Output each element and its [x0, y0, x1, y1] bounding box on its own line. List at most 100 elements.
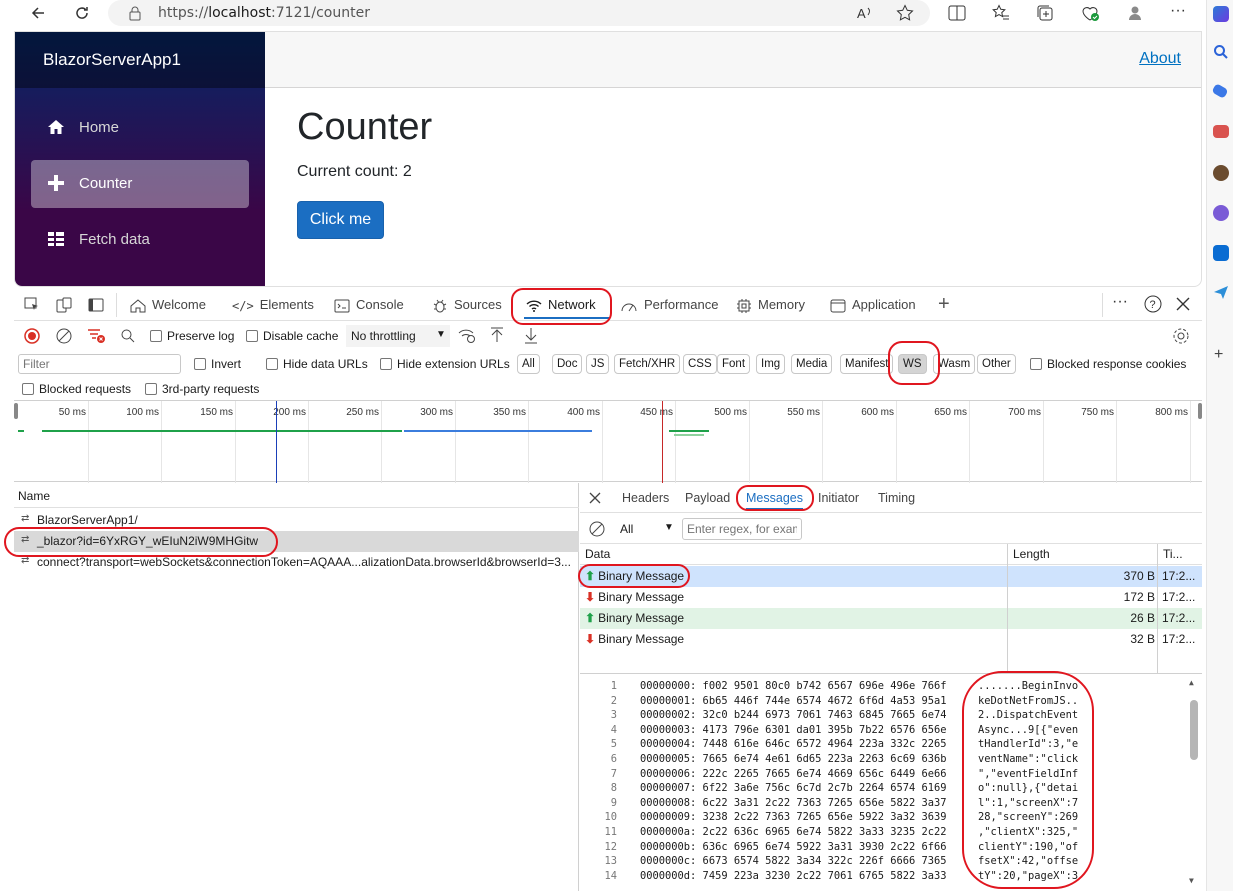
back-button[interactable]: [26, 2, 50, 24]
app-brand[interactable]: BlazorServerApp1: [43, 50, 181, 70]
outlook-icon[interactable]: [1213, 245, 1229, 261]
more-menu-icon[interactable]: ···: [1170, 2, 1186, 20]
dock-side-icon[interactable]: [88, 297, 104, 313]
record-stop-icon[interactable]: [24, 328, 40, 344]
message-type-select[interactable]: All ▼: [616, 518, 676, 540]
tab-welcome[interactable]: Welcome: [130, 297, 206, 313]
type-filter-wasm[interactable]: Wasm: [933, 354, 976, 374]
collections-icon[interactable]: [1036, 4, 1054, 22]
filter-funnel-icon[interactable]: [86, 327, 106, 345]
message-row-selected[interactable]: ⬆ Binary Message 370 B 17:2...: [580, 566, 1202, 587]
message-row[interactable]: ⬆ Binary Message 26 B 17:2...: [580, 608, 1202, 629]
filter-input[interactable]: [18, 354, 181, 374]
tab-memory[interactable]: Memory: [736, 297, 805, 314]
search-icon[interactable]: [120, 328, 136, 344]
message-row[interactable]: ⬇ Binary Message 172 B 17:2...: [580, 587, 1202, 608]
preserve-log-checkbox[interactable]: Preserve log: [150, 329, 234, 343]
refresh-button[interactable]: [70, 2, 94, 24]
disable-cache-checkbox[interactable]: Disable cache: [246, 329, 338, 343]
tab-payload[interactable]: Payload: [685, 491, 730, 505]
type-filter-other[interactable]: Other: [977, 354, 1016, 374]
add-tab-icon[interactable]: +: [938, 293, 950, 316]
scroll-up-icon[interactable]: ▲: [1189, 678, 1194, 687]
type-filter-media[interactable]: Media: [791, 354, 833, 374]
copilot-icon[interactable]: [1213, 6, 1229, 22]
type-filter-css[interactable]: CSS: [683, 354, 717, 374]
split-screen-icon[interactable]: [948, 5, 966, 21]
data-column-header[interactable]: Data: [580, 544, 1008, 565]
type-filter-fetch-xhr[interactable]: Fetch/XHR: [614, 354, 681, 374]
about-link[interactable]: About: [1139, 50, 1181, 68]
nav-item-fetch-data[interactable]: Fetch data: [31, 216, 249, 264]
network-conditions-icon[interactable]: [458, 328, 476, 344]
help-icon[interactable]: ?: [1144, 295, 1162, 313]
import-har-icon[interactable]: [490, 327, 504, 345]
blocked-requests-checkbox[interactable]: Blocked requests: [22, 382, 131, 396]
export-har-icon[interactable]: [524, 327, 538, 345]
tab-network[interactable]: Network: [526, 297, 596, 313]
tab-headers[interactable]: Headers: [622, 491, 669, 505]
tick-label: 750 ms: [1081, 407, 1114, 418]
nav-item-home[interactable]: Home: [31, 104, 249, 152]
profile-icon[interactable]: [1127, 4, 1143, 22]
search-icon[interactable]: [1213, 44, 1229, 60]
tab-console[interactable]: Console: [334, 297, 404, 313]
favorite-star-icon[interactable]: [896, 4, 914, 22]
message-row[interactable]: ⬇ Binary Message 32 B 17:2...: [580, 629, 1202, 650]
timeline-left-handle[interactable]: [14, 403, 18, 419]
favorites-icon[interactable]: [992, 4, 1010, 22]
scroll-down-icon[interactable]: ▼: [1189, 876, 1194, 885]
drop-send-icon[interactable]: [1213, 284, 1229, 300]
tools-briefcase-icon[interactable]: [1213, 125, 1229, 138]
tab-performance[interactable]: Performance: [620, 297, 718, 313]
time-column-header[interactable]: Ti...: [1158, 544, 1202, 565]
close-detail-icon[interactable]: [589, 492, 601, 504]
shopping-tag-icon[interactable]: [1211, 83, 1229, 99]
throttling-select[interactable]: No throttling ▼: [346, 325, 450, 347]
name-column-header[interactable]: Name: [18, 489, 50, 503]
browser-essentials-icon[interactable]: [1080, 4, 1100, 22]
tab-sources[interactable]: Sources: [432, 297, 502, 314]
message-regex-input[interactable]: [682, 518, 802, 540]
hex-bytes: 00000009: 3238 2c22 7363 7265 656e 5922 …: [640, 811, 947, 824]
blocked-response-cookies-checkbox[interactable]: Blocked response cookies: [1030, 357, 1186, 371]
type-filter-font[interactable]: Font: [717, 354, 751, 374]
hide-data-urls-checkbox[interactable]: Hide data URLs: [266, 357, 368, 371]
microsoft-365-icon[interactable]: [1213, 205, 1229, 221]
tab-application[interactable]: Application: [830, 297, 916, 313]
binary-hex-viewer[interactable]: 1 00000000: f002 9501 80c0 b742 6567 696e…: [580, 676, 1202, 891]
close-devtools-icon[interactable]: [1176, 297, 1190, 311]
games-icon[interactable]: [1213, 165, 1229, 181]
length-column-header[interactable]: Length: [1008, 544, 1158, 565]
hex-scrollbar[interactable]: ▲ ▼: [1186, 676, 1202, 891]
third-party-requests-checkbox[interactable]: 3rd-party requests: [145, 382, 259, 396]
type-filter-ws[interactable]: WS: [898, 354, 927, 374]
network-settings-gear-icon[interactable]: [1172, 327, 1190, 345]
clear-messages-icon[interactable]: [589, 521, 605, 537]
invert-checkbox[interactable]: Invert: [194, 357, 241, 371]
add-sidebar-app-icon[interactable]: +: [1214, 346, 1223, 364]
read-aloud-icon[interactable]: A: [856, 5, 874, 21]
inspect-element-icon[interactable]: [24, 297, 40, 313]
nav-item-counter[interactable]: Counter: [31, 160, 249, 208]
hide-extension-urls-checkbox[interactable]: Hide extension URLs: [380, 357, 510, 371]
devtools-more-icon[interactable]: ···: [1112, 293, 1128, 311]
type-filter-doc[interactable]: Doc: [552, 354, 583, 374]
type-filter-img[interactable]: Img: [756, 354, 786, 374]
timeline-right-handle[interactable]: [1198, 403, 1202, 419]
tab-messages[interactable]: Messages: [746, 491, 803, 510]
type-filter-js[interactable]: JS: [586, 354, 610, 374]
type-filter-manifest[interactable]: Manifest: [840, 354, 894, 374]
request-row[interactable]: ⇄ BlazorServerApp1/: [14, 510, 579, 531]
request-row[interactable]: ⇄ connect?transport=webSockets&connectio…: [14, 552, 579, 573]
clear-icon[interactable]: [56, 328, 72, 344]
request-row-selected[interactable]: ⇄ _blazor?id=6YxRGY_wEIuN2iW9MHGitw: [14, 531, 579, 552]
click-me-button[interactable]: Click me: [297, 201, 384, 239]
address-bar[interactable]: https://localhost:7121/counter A: [108, 0, 930, 26]
type-filter-all[interactable]: All: [517, 354, 540, 374]
tab-initiator[interactable]: Initiator: [818, 491, 859, 505]
scroll-thumb[interactable]: [1190, 700, 1198, 760]
tab-elements[interactable]: </> Elements: [232, 297, 314, 313]
device-emulation-icon[interactable]: [56, 297, 72, 313]
tab-timing[interactable]: Timing: [878, 491, 915, 505]
